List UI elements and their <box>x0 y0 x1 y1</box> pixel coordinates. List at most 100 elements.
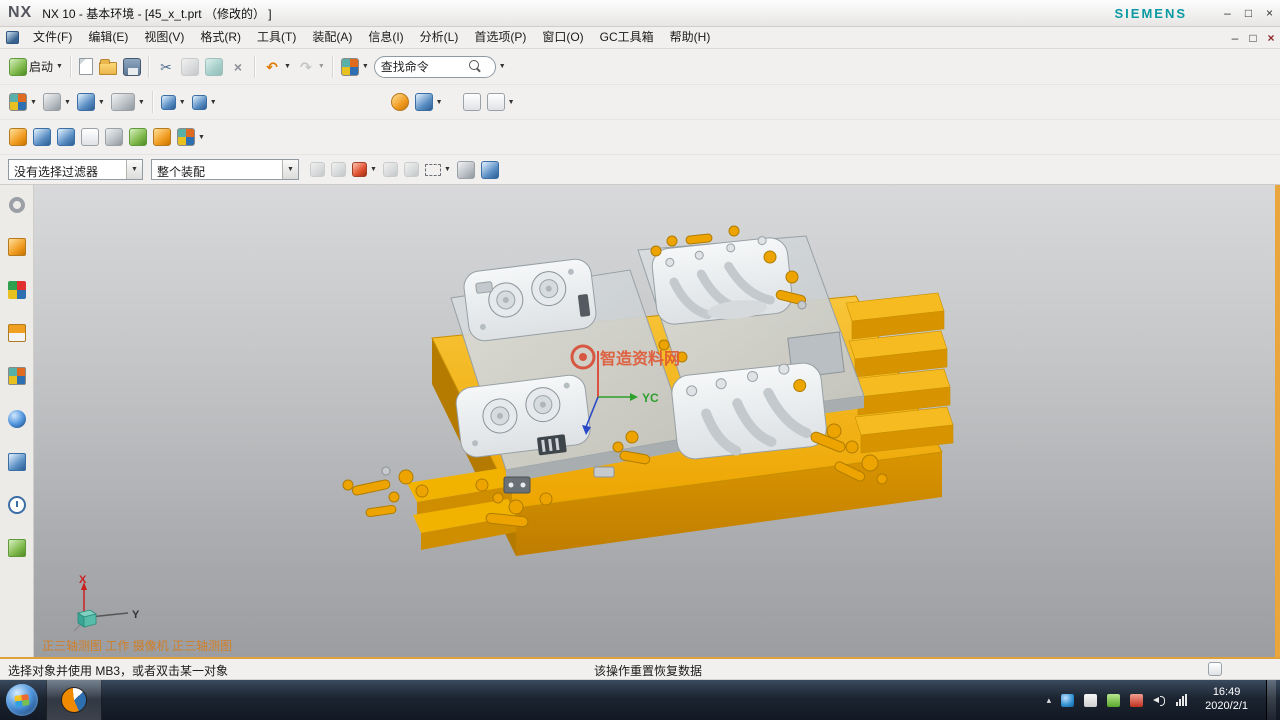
measure-distance-button[interactable] <box>460 88 484 116</box>
paste-button[interactable] <box>202 53 226 81</box>
child-minimize-button[interactable]: – <box>1226 31 1244 45</box>
add-to-selection-button[interactable] <box>380 156 401 184</box>
menu-edit[interactable]: 编辑(E) <box>80 27 136 48</box>
window-restore-button[interactable]: □ <box>1238 6 1259 20</box>
volume-icon[interactable] <box>1153 694 1166 706</box>
selection-scope-value: 整个装配 <box>152 160 282 179</box>
nx-taskbar-button[interactable] <box>46 680 102 720</box>
menu-tools[interactable]: 工具(T) <box>249 27 304 48</box>
assembly-constraints-button[interactable] <box>30 123 54 151</box>
constraint-navigator-icon[interactable] <box>8 281 26 299</box>
true-shading-button[interactable] <box>388 88 412 116</box>
rendering-style-button[interactable]: ▼ <box>74 88 108 116</box>
menu-assemblies[interactable]: 装配(A) <box>304 27 360 48</box>
menu-format[interactable]: 格式(R) <box>192 27 249 48</box>
menu-preferences[interactable]: 首选项(P) <box>466 27 534 48</box>
menu-information[interactable]: 信息(I) <box>360 27 411 48</box>
roles-gear-icon[interactable] <box>9 197 25 213</box>
chevron-down-icon: ▼ <box>362 63 369 70</box>
toolbar-separator <box>254 56 256 78</box>
new-file-button[interactable] <box>76 53 96 81</box>
chevron-down-icon[interactable]: ▼ <box>126 160 142 179</box>
network-icon[interactable] <box>1176 694 1187 706</box>
redo-button[interactable]: ↷ ▼ <box>294 53 328 81</box>
chevron-down-icon: ▼ <box>198 134 205 141</box>
document-icon[interactable] <box>6 31 19 44</box>
cut-button[interactable]: ✂ <box>154 53 178 81</box>
rectangle-select-button[interactable]: ▼ <box>422 156 454 184</box>
shaded-cube-icon <box>77 93 95 111</box>
sequence-button[interactable] <box>126 123 150 151</box>
chevron-down-icon[interactable]: ▼ <box>282 160 298 179</box>
copy-button[interactable] <box>178 53 202 81</box>
graphics-viewport[interactable]: YC 智造资料网 X Y 正三轴 <box>34 185 1280 657</box>
background-button[interactable]: ▼ <box>108 88 148 116</box>
menu-window[interactable]: 窗口(O) <box>534 27 591 48</box>
command-search-input[interactable] <box>381 60 469 74</box>
measure-angle-button[interactable]: ▼ <box>484 88 518 116</box>
undo-button[interactable]: ↶ ▼ <box>260 53 294 81</box>
select-region-button[interactable] <box>328 156 349 184</box>
solid-body-button[interactable] <box>478 156 502 184</box>
chevron-down-icon[interactable]: ▼ <box>499 63 506 70</box>
part-navigator-icon[interactable] <box>8 324 26 342</box>
tray-security-icon[interactable] <box>1130 694 1143 707</box>
lasso-button[interactable] <box>401 156 422 184</box>
status-sheet-icon[interactable] <box>1208 662 1222 676</box>
child-close-button[interactable]: × <box>1262 31 1280 45</box>
window-close-button[interactable]: × <box>1259 6 1280 20</box>
child-restore-button[interactable]: □ <box>1244 31 1262 45</box>
wcs-triad: X Y <box>70 573 160 637</box>
general-object-button[interactable] <box>454 156 478 184</box>
mirror-assembly-button[interactable] <box>78 123 102 151</box>
taskbar-clock[interactable]: 16:49 2020/2/1 <box>1205 686 1248 714</box>
menu-help[interactable]: 帮助(H) <box>662 27 719 48</box>
tray-expand-chevron-icon[interactable]: ▴ <box>1047 695 1052 706</box>
cylinder-head-right-front <box>670 360 828 460</box>
search-icon[interactable] <box>469 60 482 73</box>
perspective-button[interactable]: ▼ <box>189 88 220 116</box>
tray-help-icon[interactable] <box>1061 694 1074 707</box>
pattern-component-button[interactable] <box>54 123 78 151</box>
tray-ime-icon[interactable] <box>1084 694 1097 707</box>
menu-analysis[interactable]: 分析(L) <box>412 27 467 48</box>
measure-distance-icon <box>463 93 481 111</box>
menu-gc-toolbox[interactable]: GC工具箱 <box>592 27 662 48</box>
selection-scope-dropdown[interactable]: 整个装配 ▼ <box>151 159 299 180</box>
resource-bar <box>0 185 34 657</box>
menu-file[interactable]: 文件(F) <box>25 27 80 48</box>
tray-update-icon[interactable] <box>1107 694 1120 707</box>
snap-point-button[interactable] <box>307 156 328 184</box>
show-desktop-button[interactable] <box>1266 680 1276 720</box>
command-finder-button[interactable]: ▼ <box>338 53 372 81</box>
reuse-library-icon[interactable] <box>8 367 26 385</box>
vector-button[interactable]: ▼ <box>412 88 446 116</box>
assembly-navigator-icon[interactable] <box>8 238 26 256</box>
move-component-button[interactable] <box>6 123 30 151</box>
start-menu-button[interactable]: 启动 ▼ <box>6 53 66 81</box>
open-file-button[interactable] <box>96 53 120 81</box>
orient-view-button[interactable]: ▼ <box>40 88 74 116</box>
window-minimize-button[interactable]: – <box>1217 6 1238 20</box>
hd3d-tools-icon[interactable] <box>8 453 26 471</box>
wcs-button[interactable] <box>150 123 174 151</box>
chevron-down-icon: ▼ <box>179 99 186 106</box>
start-orb-button[interactable] <box>6 684 38 716</box>
select-region-icon <box>331 162 346 177</box>
nx-app-icon <box>61 687 87 713</box>
highlight-button[interactable]: ▼ <box>349 156 380 184</box>
exploded-view-icon <box>105 128 123 146</box>
save-button[interactable] <box>120 53 144 81</box>
command-search-box[interactable] <box>374 56 496 78</box>
menu-view[interactable]: 视图(V) <box>136 27 192 48</box>
window-cascade-button[interactable]: ▼ <box>158 88 189 116</box>
selection-filter-dropdown[interactable]: 没有选择过滤器 ▼ <box>8 159 143 180</box>
view-layout-button[interactable]: ▼ <box>6 88 40 116</box>
web-browser-icon[interactable] <box>8 410 26 428</box>
history-palette-icon[interactable] <box>8 496 26 514</box>
exploded-view-button[interactable] <box>102 123 126 151</box>
delete-button[interactable]: × <box>226 53 250 81</box>
system-materials-icon[interactable] <box>8 539 26 557</box>
open-folder-icon <box>99 62 117 75</box>
annotation-button[interactable]: ▼ <box>174 123 208 151</box>
